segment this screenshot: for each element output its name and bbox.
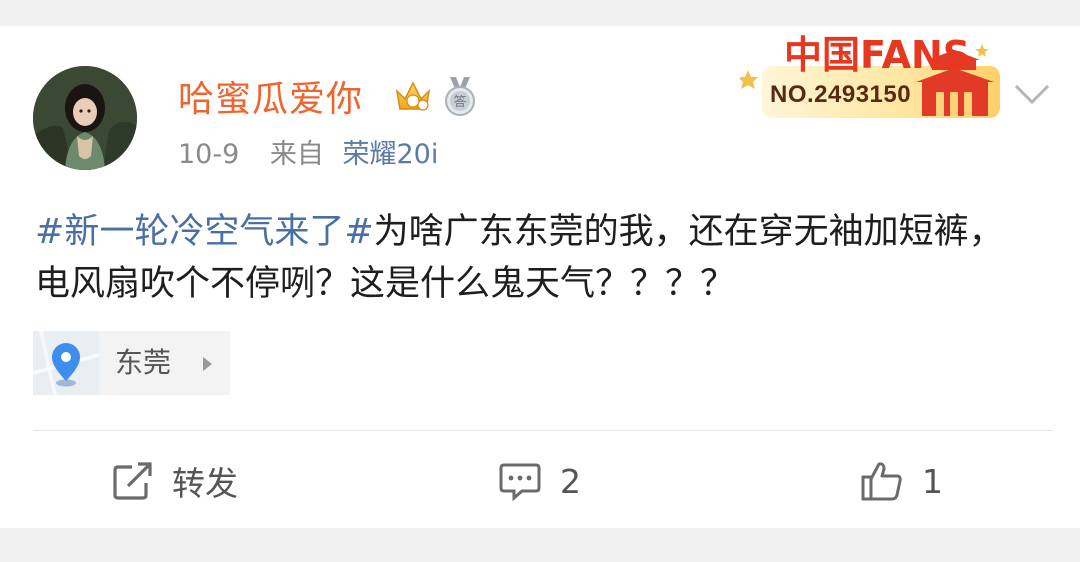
location-label: 东莞 <box>115 346 172 379</box>
from-label: 来自 <box>269 139 324 170</box>
topic-link[interactable]: #新一轮冷空气来了# <box>35 212 374 252</box>
comment-button[interactable]: 2 <box>498 458 581 504</box>
location-tag[interactable]: 东莞 <box>33 331 230 395</box>
repost-button[interactable]: 转发 <box>112 458 238 504</box>
weibo-post-card: 哈蜜瓜爱你 答 10-9 来自 荣耀20i 中国FANS NO.2493150 … <box>0 26 1080 528</box>
medal-char: 答 <box>453 94 466 110</box>
location-pin-icon <box>33 331 99 395</box>
repost-icon <box>113 462 152 500</box>
username[interactable]: 哈蜜瓜爱你 <box>178 78 363 122</box>
device-link[interactable]: 荣耀20i <box>342 139 438 170</box>
comment-count: 2 <box>560 461 581 501</box>
avatar[interactable] <box>33 66 137 170</box>
like-count: 1 <box>922 461 943 501</box>
post-meta: 10-9 来自 荣耀20i <box>178 138 438 172</box>
avatar-image <box>33 66 137 170</box>
china-fans-badge[interactable]: 中国FANS <box>740 30 1010 128</box>
location-map-thumb <box>33 331 99 395</box>
post-date: 10-9 <box>178 139 240 170</box>
fans-number: NO.2493150 <box>770 81 912 108</box>
comment-icon <box>499 463 541 501</box>
chevron-down-icon[interactable] <box>1012 80 1052 108</box>
post-content: #新一轮冷空气来了#为啥广东东莞的我，还在穿无袖加短裤，电风扇吹个不停咧？这是什… <box>35 206 1035 310</box>
medal-icon[interactable]: 答 <box>440 75 480 117</box>
divider <box>33 430 1053 431</box>
like-button[interactable]: 1 <box>860 458 943 504</box>
repost-label: 转发 <box>172 464 238 503</box>
location-arrow-icon <box>203 357 212 371</box>
vip-crown-icon[interactable] <box>393 77 433 115</box>
fans-badge-title: 中国FANS <box>784 33 970 77</box>
thumbs-up-icon <box>861 462 902 501</box>
